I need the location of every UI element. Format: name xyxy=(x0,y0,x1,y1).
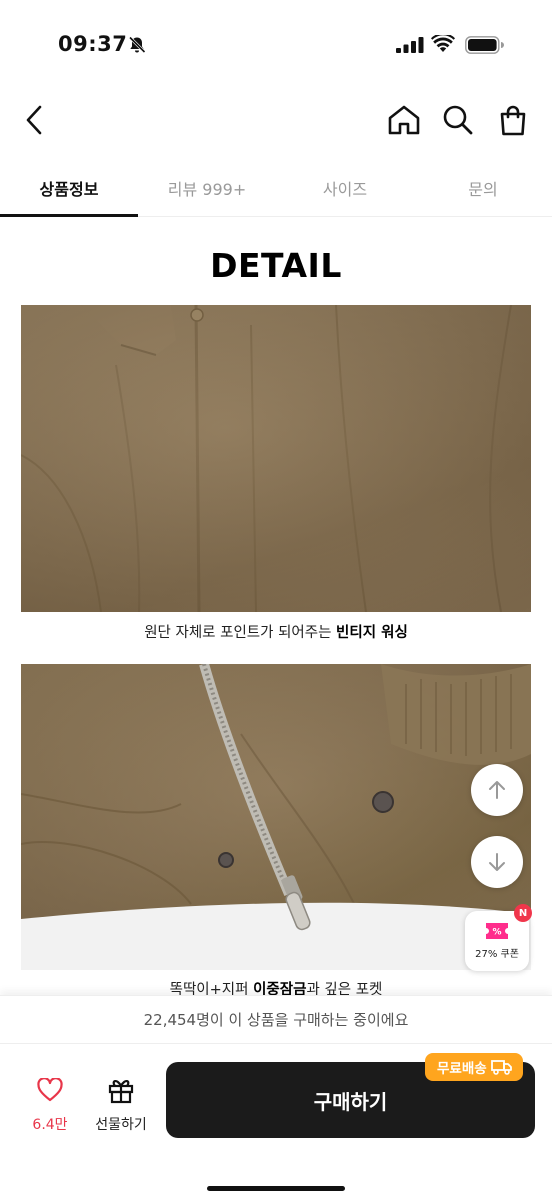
back-button[interactable] xyxy=(14,100,54,140)
home-indicator xyxy=(207,1186,345,1191)
like-count: 6.4만 xyxy=(32,1117,68,1133)
shopping-bag-icon xyxy=(500,105,526,136)
heart-icon xyxy=(37,1078,63,1102)
coupon-ticket-icon: % xyxy=(486,923,508,939)
gift-button[interactable]: 선물하기 xyxy=(88,1074,154,1134)
free-shipping-label: 무료배송 xyxy=(437,1061,487,1077)
status-time: 09:37 xyxy=(58,32,128,56)
bottom-action-bar: 6.4만 선물하기 구매하기 무료배송 xyxy=(0,1043,552,1200)
coupon-label: 27% 쿠폰 xyxy=(475,949,519,960)
detail-title: DETAIL xyxy=(210,246,342,285)
photo-caption-1: 원단 자체로 포인트가 되어주는 빈티지 워싱 xyxy=(144,625,408,641)
gift-label: 선물하기 xyxy=(95,1117,147,1133)
product-photo-zipper xyxy=(21,664,531,970)
scroll-down-button[interactable] xyxy=(471,836,523,888)
tab-product-info[interactable]: 상품정보 xyxy=(0,160,138,217)
product-photo-collar xyxy=(21,305,531,612)
truck-icon xyxy=(490,1060,512,1075)
wifi-icon xyxy=(431,35,455,52)
home-button[interactable] xyxy=(384,100,424,140)
search-button[interactable] xyxy=(438,100,478,140)
purchase-count-banner: 22,454명이 이 상품을 구매하는 중이에요 xyxy=(0,995,552,1043)
tab-size[interactable]: 사이즈 xyxy=(276,160,414,216)
caption-highlight: 빈티지 워싱 xyxy=(336,625,408,641)
free-shipping-badge: 무료배송 xyxy=(425,1053,523,1081)
product-tabs: 상품정보 리뷰 999+ 사이즈 문의 xyxy=(0,160,552,217)
scroll-up-button[interactable] xyxy=(471,764,523,816)
status-bar: 09:37 xyxy=(0,0,552,90)
bell-slash-icon xyxy=(128,36,146,54)
arrow-up-icon xyxy=(489,781,505,799)
back-arrow-icon xyxy=(26,105,42,135)
shopping-bag-button[interactable] xyxy=(493,100,533,140)
new-badge: N xyxy=(514,904,532,922)
tab-reviews[interactable]: 리뷰 999+ xyxy=(138,160,276,216)
search-icon xyxy=(443,105,473,135)
tab-inquiry[interactable]: 문의 xyxy=(414,160,552,216)
top-navigation xyxy=(0,90,552,152)
gift-icon xyxy=(108,1080,134,1104)
like-button[interactable]: 6.4만 xyxy=(22,1074,78,1134)
battery-icon xyxy=(465,36,504,54)
home-icon xyxy=(388,105,420,135)
arrow-down-icon xyxy=(489,853,505,871)
signal-icon xyxy=(396,37,424,53)
svg-text:%: % xyxy=(492,928,501,938)
